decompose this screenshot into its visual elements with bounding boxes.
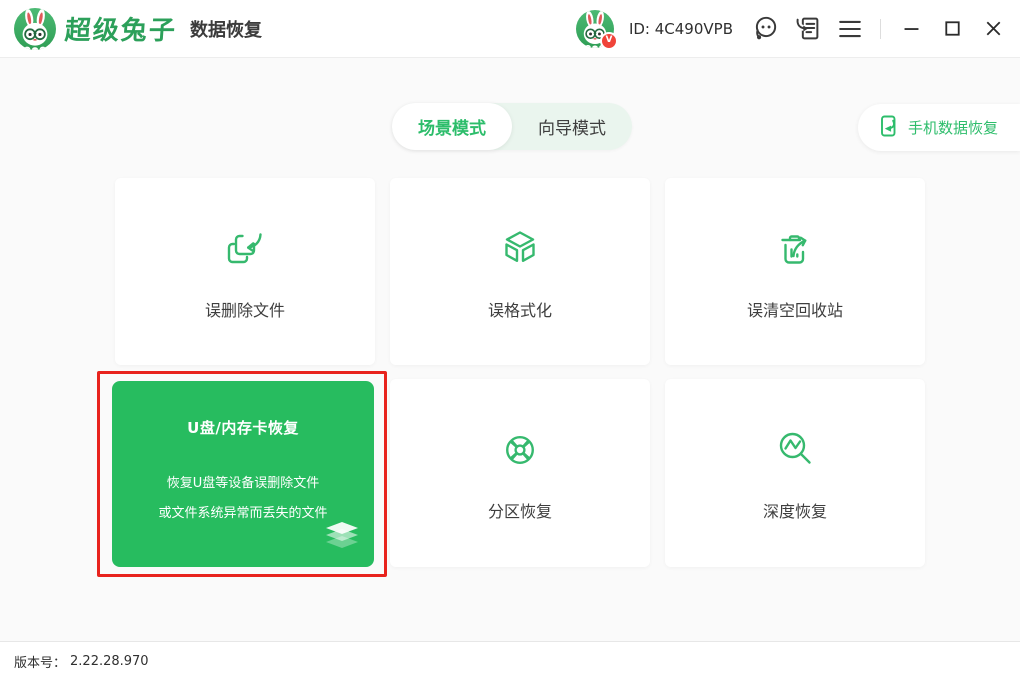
maximize-icon[interactable] — [939, 16, 965, 42]
status-bar: 版本号： 2.22.28.970 — [0, 641, 1020, 680]
tab-scene-mode[interactable]: 场景模式 — [392, 103, 512, 150]
vip-badge: V — [600, 32, 618, 50]
format-cube-icon — [496, 223, 544, 275]
card-label: 误格式化 — [488, 297, 552, 321]
minimize-icon[interactable] — [898, 16, 924, 42]
card-label: 分区恢复 — [488, 498, 552, 522]
user-id-label: ID: 4C490VPB — [629, 20, 733, 38]
customer-service-icon[interactable] — [752, 15, 779, 42]
rabbit-logo-icon — [14, 8, 56, 50]
header-actions: V ID: 4C490VPB — [576, 10, 1006, 48]
card-formatted-recovery[interactable]: 误格式化 — [390, 178, 650, 365]
title-bar: 超级兔子 数据恢复 V ID: 4C490VPB — [0, 0, 1020, 58]
app-title: 超级兔子 — [64, 10, 179, 47]
card-label: 误删除文件 — [205, 297, 285, 321]
card-description: 恢复U盘等设备误删除文件 或文件系统异常而丢失的文件 — [112, 469, 374, 529]
deep-scan-icon — [771, 424, 819, 476]
phone-data-recovery-button[interactable]: 手机数据恢复 — [858, 104, 1020, 151]
phone-recovery-icon — [878, 115, 900, 141]
menu-icon[interactable] — [836, 15, 863, 42]
card-title: U盘/内存卡恢复 — [112, 417, 374, 438]
card-partition-recovery[interactable]: 分区恢复 — [390, 379, 650, 567]
restore-file-icon — [221, 223, 269, 275]
layers-icon — [324, 522, 360, 556]
version-label: 版本号： — [14, 652, 66, 671]
app-subtitle: 数据恢复 — [190, 16, 262, 42]
close-icon[interactable] — [980, 16, 1006, 42]
recycle-bin-restore-icon — [771, 223, 819, 275]
card-deep-recovery[interactable]: 深度恢复 — [665, 379, 925, 567]
card-recycle-bin-recovery[interactable]: 误清空回收站 — [665, 178, 925, 365]
card-label: 误清空回收站 — [747, 297, 843, 321]
partition-icon — [496, 424, 544, 476]
feedback-icon[interactable] — [794, 15, 821, 42]
user-avatar[interactable]: V — [576, 10, 614, 48]
app-window: 超级兔子 数据恢复 V ID: 4C490VPB — [0, 0, 1020, 680]
header-divider — [880, 19, 881, 39]
phone-recovery-label: 手机数据恢复 — [908, 117, 998, 138]
card-usb-memory-card-recovery[interactable]: U盘/内存卡恢复 恢复U盘等设备误删除文件 或文件系统异常而丢失的文件 — [112, 381, 374, 567]
mode-tabs: 场景模式 向导模式 — [392, 103, 632, 150]
card-label: 深度恢复 — [763, 498, 827, 522]
app-brand: 超级兔子 数据恢复 — [14, 8, 262, 50]
tab-wizard-mode[interactable]: 向导模式 — [512, 103, 632, 150]
version-value: 2.22.28.970 — [70, 654, 149, 669]
card-restore-deleted-files[interactable]: 误删除文件 — [115, 178, 375, 365]
